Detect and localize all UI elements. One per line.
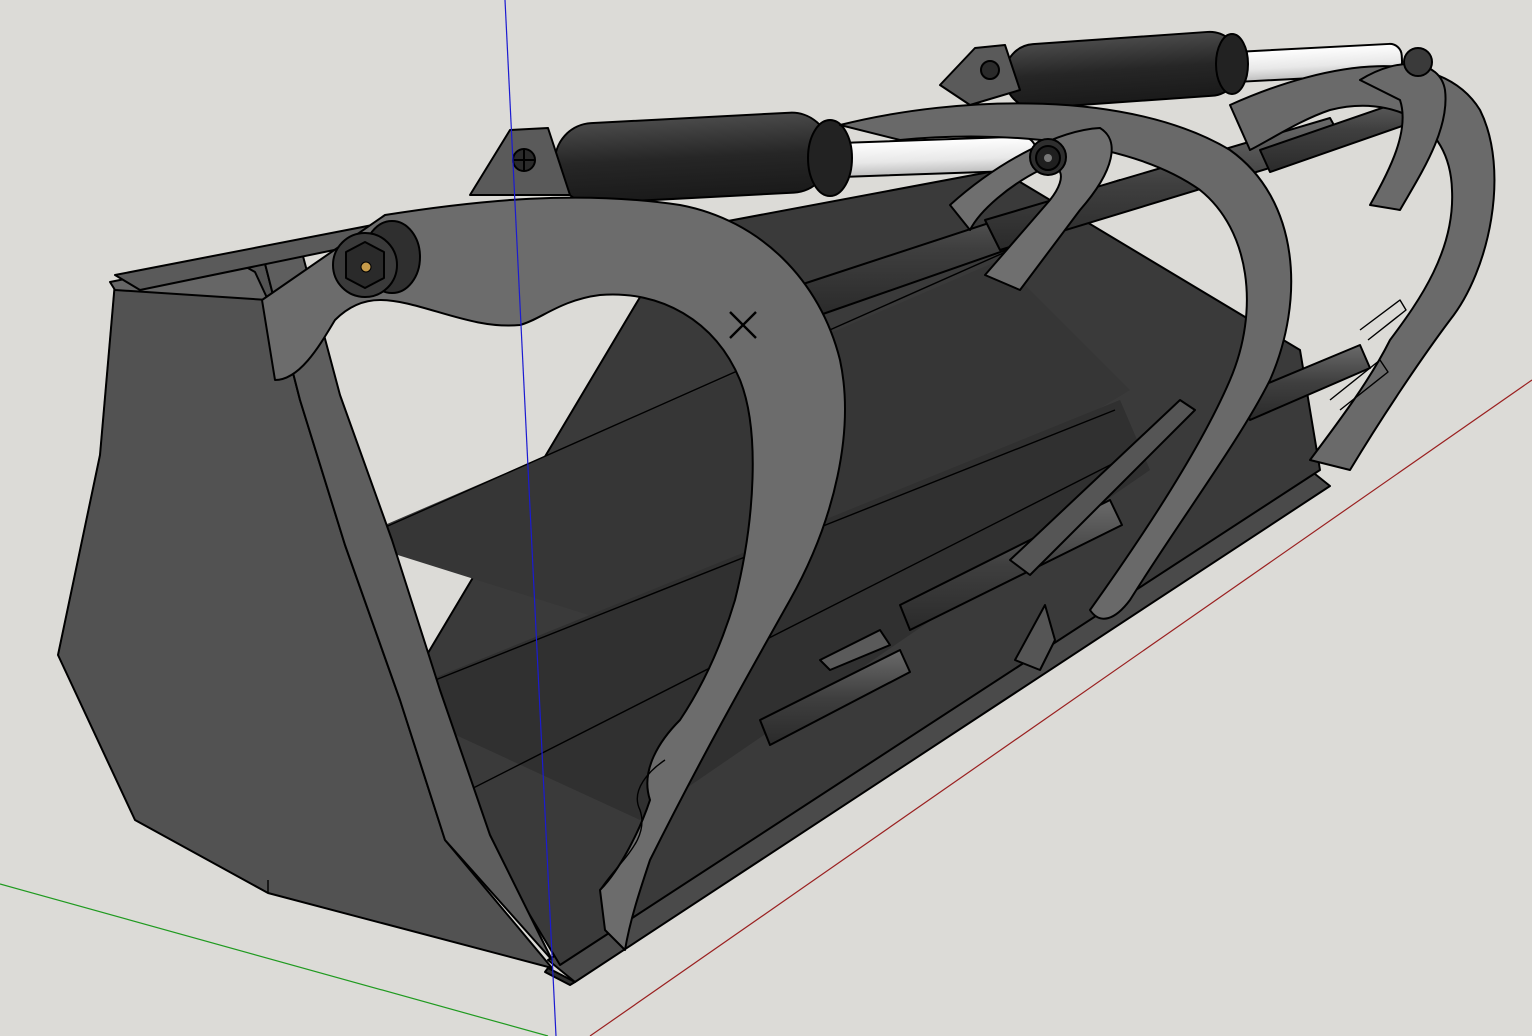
cylinder-mount-bracket-rear (939, 44, 1021, 106)
pivot-pin (1035, 145, 1061, 171)
3d-model-viewport[interactable] (0, 0, 1532, 1036)
scene-canvas[interactable] (0, 0, 1532, 1036)
cylinder-mount-bracket-front (469, 127, 571, 196)
